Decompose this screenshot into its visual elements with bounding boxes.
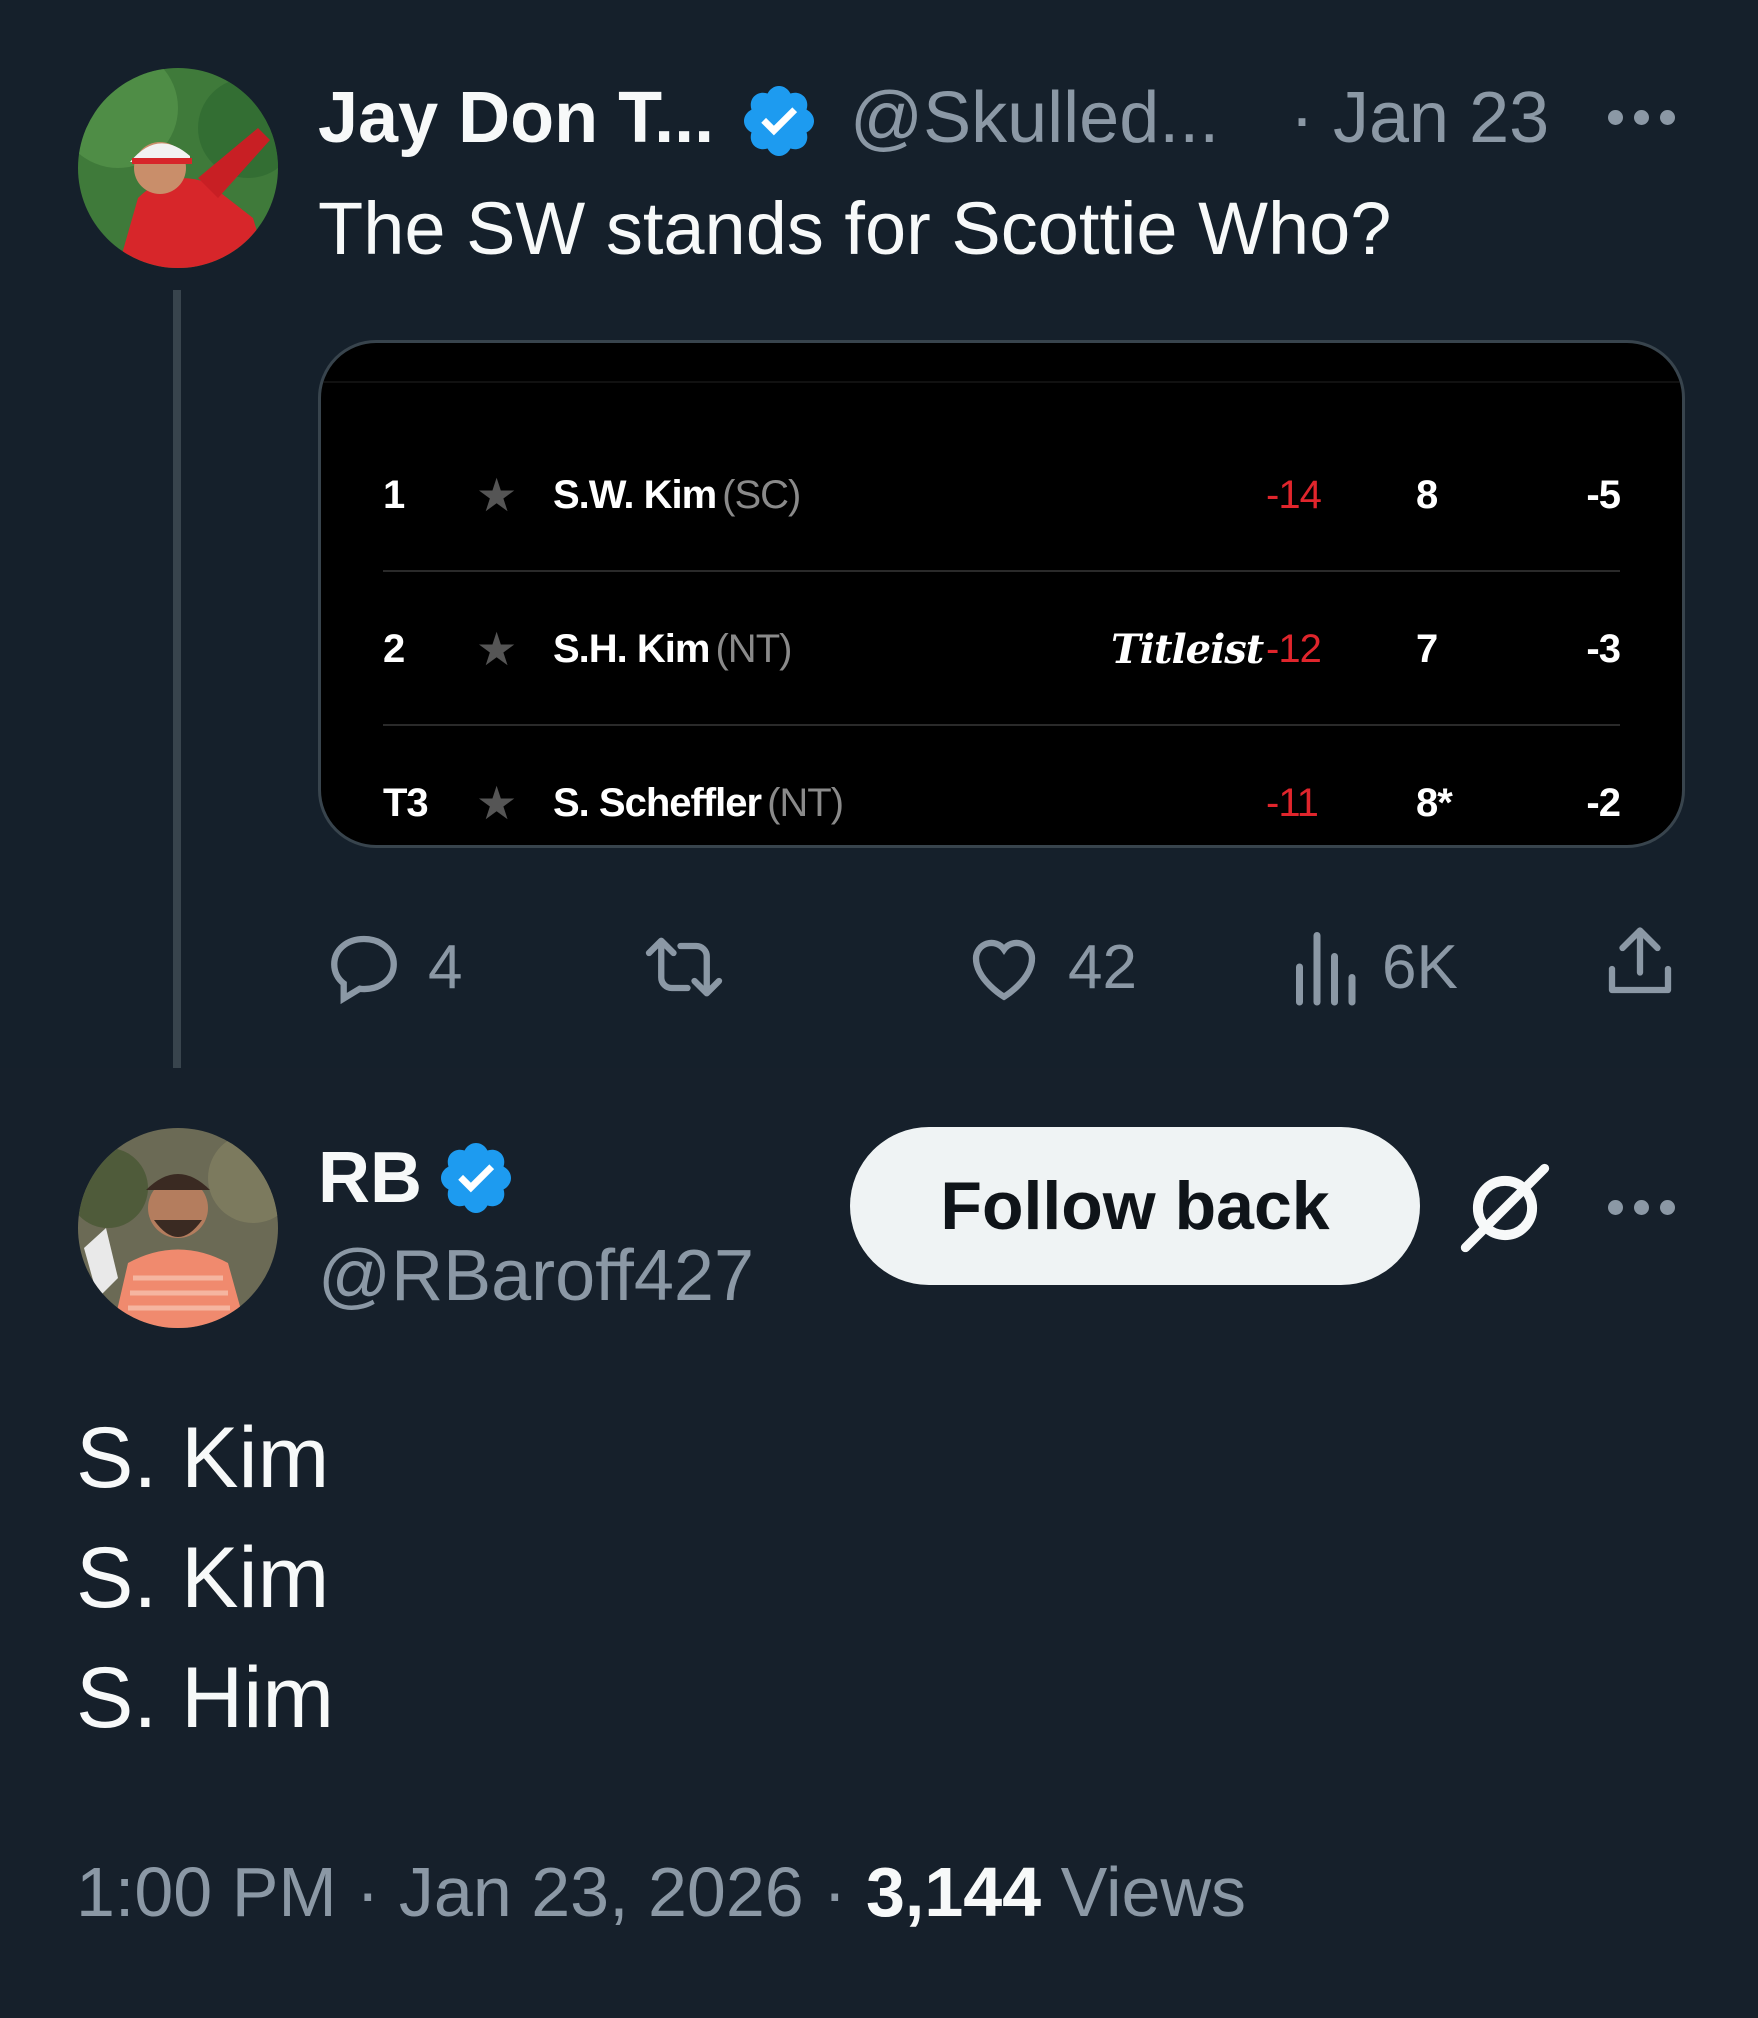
leaderboard-player: S. Scheffler (NT) [553,726,844,845]
more-icon[interactable] [1608,110,1675,125]
leaderboard-card[interactable]: 1 ★ S.W. Kim (SC) -14 8 -5 2 ★ S.H. Kim (NT) Titlei… [318,340,1685,848]
verified-badge-icon [738,80,820,162]
leaderboard-score: -12 [1266,626,1322,671]
reply-author-name[interactable]: RB [318,1138,422,1218]
parent-avatar-image [78,68,278,268]
meta-dot: · [356,1853,380,1931]
leaderboard-thru: 8 [1416,472,1438,517]
reply-views-count: 3,144 [865,1853,1042,1931]
player-name: S. Scheffler [553,780,762,825]
leaderboard-position: 1 [383,472,405,517]
leaderboard-row: 2 ★ S.H. Kim (NT) Titleist -12 7 -3 [321,572,1682,726]
player-name: S.H. Kim [553,626,710,671]
player-team: (NT) [767,780,844,825]
reply-line-1: S. Kim [76,1410,330,1506]
reply-avatar[interactable] [78,1128,278,1328]
star-icon: ★ [476,777,517,829]
reply-avatar-image [78,1128,278,1328]
more-icon[interactable] [1608,1200,1675,1215]
leaderboard-thru: 7 [1416,626,1438,671]
reply-author-handle[interactable]: @RBaroff427 [318,1236,754,1316]
reply-metadata: 1:00 PM · Jan 23, 2026 · 3,144 Views [76,1852,1246,1932]
parent-date[interactable]: Jan 23 [1333,78,1549,158]
like-icon [972,939,1036,1001]
reply-line-2: S. Kim [76,1530,330,1626]
leaderboard-today: -2 [1586,780,1621,825]
leaderboard-row: 1 ★ S.W. Kim (SC) -14 8 -5 [321,418,1682,572]
leaderboard-position: T3 [383,780,429,825]
retweet-action[interactable] [636,925,754,1009]
leaderboard-position: 2 [383,626,405,671]
reply-icon [331,935,397,1005]
reply-count: 4 [428,932,463,1002]
grok-icon[interactable] [1455,1158,1555,1258]
parent-author-name[interactable]: Jay Don T... [318,78,714,158]
like-action[interactable]: 42 [962,925,1137,1009]
card-top-divider [321,381,1682,383]
parent-separator: · [1290,78,1314,158]
leaderboard-score: -14 [1266,472,1322,517]
star-icon: ★ [476,623,517,675]
reply-time[interactable]: 1:00 PM [76,1853,337,1931]
like-count: 42 [1068,932,1137,1002]
reply-date[interactable]: Jan 23, 2026 [399,1853,804,1931]
leaderboard-score: -11 [1266,780,1319,825]
parent-author-handle[interactable]: @Skulled... [850,78,1219,158]
leaderboard-today: -3 [1586,626,1621,671]
reply-line-3: S. Him [76,1650,334,1746]
leaderboard-today: -5 [1586,472,1621,517]
leaderboard-row: T3 ★ S. Scheffler (NT) -11 8* -2 [321,726,1682,845]
reply-action[interactable]: 4 [322,925,462,1009]
leaderboard-player: S.H. Kim (NT) [553,572,792,726]
views-action[interactable]: 6K [1288,925,1458,1009]
thread-connector-line [173,290,181,1105]
player-team: (SC) [722,472,801,517]
player-name: S.W. Kim [553,472,717,517]
leaderboard-player: S.W. Kim (SC) [553,418,801,572]
share-icon [1608,927,1672,994]
meta-dot: · [823,1853,847,1931]
parent-tweet-text: The SW stands for Scottie Who? [318,187,1392,270]
follow-back-button[interactable]: Follow back [850,1127,1420,1285]
leaderboard-thru: 8* [1416,780,1453,825]
player-team: (NT) [715,626,792,671]
verified-badge-icon [435,1137,517,1219]
retweet-icon [645,937,723,997]
views-count: 6K [1382,932,1458,1002]
star-icon: ★ [476,469,517,521]
share-action[interactable] [1598,920,1682,1004]
parent-avatar[interactable] [78,68,278,268]
sponsor-logo: Titleist [1111,625,1264,673]
reply-body: S. Kim S. Kim S. Him [76,1398,334,1758]
views-icon [1296,932,1356,1006]
reply-views-label: Views [1060,1853,1247,1931]
